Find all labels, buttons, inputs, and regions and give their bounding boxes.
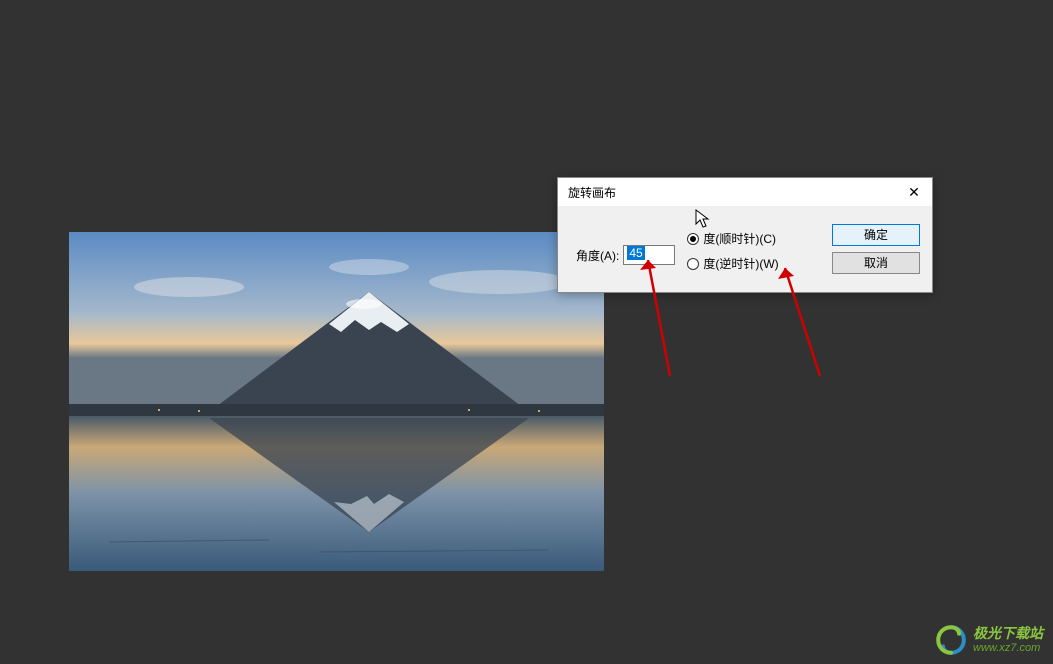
direction-radio-group: 度(顺时针)(C) 度(逆时针)(W) (687, 224, 820, 274)
close-button[interactable]: ✕ (896, 178, 932, 206)
angle-input-value: 45 (627, 246, 644, 260)
watermark-text: 极光下载站 www.xz7.com (973, 625, 1043, 655)
clockwise-radio[interactable]: 度(顺时针)(C) (687, 230, 820, 247)
angle-field: 角度(A): 45 (576, 224, 675, 274)
angle-label: 角度(A): (576, 247, 619, 264)
counterclockwise-label: 度(逆时针)(W) (703, 255, 778, 272)
ok-button[interactable]: 确定 (832, 224, 920, 246)
dialog-titlebar[interactable]: 旋转画布 ✕ (558, 178, 932, 206)
watermark: 极光下载站 www.xz7.com (935, 624, 1043, 656)
counterclockwise-radio[interactable]: 度(逆时针)(W) (687, 255, 820, 272)
angle-input[interactable]: 45 (623, 245, 675, 265)
cancel-button[interactable]: 取消 (832, 252, 920, 274)
radio-icon (687, 258, 699, 270)
canvas-image (69, 232, 604, 571)
watermark-site-url: www.xz7.com (973, 642, 1043, 655)
watermark-logo-icon (935, 624, 967, 656)
dialog-body: 角度(A): 45 度(顺时针)(C) 度(逆时针)(W) 确定 取消 (558, 206, 932, 292)
dialog-buttons: 确定 取消 (832, 224, 920, 274)
rotate-canvas-dialog: 旋转画布 ✕ 角度(A): 45 度(顺时针)(C) 度(逆时针)(W) 确定 … (557, 177, 933, 293)
radio-icon (687, 233, 699, 245)
dialog-title: 旋转画布 (568, 184, 896, 201)
close-icon: ✕ (908, 184, 920, 201)
watermark-site-name: 极光下载站 (973, 625, 1043, 642)
clockwise-label: 度(顺时针)(C) (703, 230, 776, 247)
